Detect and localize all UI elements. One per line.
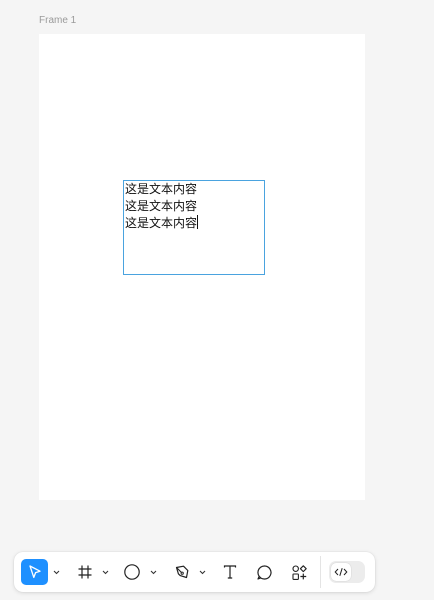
toolbar	[14, 552, 375, 592]
text-tool-button[interactable]	[217, 559, 243, 585]
code-icon	[334, 568, 348, 576]
text-icon	[223, 565, 237, 579]
frame-tool-button[interactable]	[72, 559, 98, 585]
shape-tool-menu[interactable]	[149, 566, 157, 578]
frame-label[interactable]: Frame 1	[39, 15, 76, 27]
move-tool-menu[interactable]	[52, 566, 60, 578]
canvas[interactable]: Frame 1 这是文本内容 这是文本内容 这是文本内容	[0, 0, 434, 600]
resources-icon	[291, 564, 307, 580]
ellipse-icon	[124, 564, 140, 580]
toolbar-divider	[320, 556, 321, 588]
frame-tool-menu[interactable]	[101, 566, 109, 578]
pen-tool-button[interactable]	[169, 559, 195, 585]
cursor-icon	[28, 565, 41, 579]
text-line-content: 这是文本内容	[125, 216, 198, 230]
text-line[interactable]: 这是文本内容	[124, 198, 264, 215]
text-caret	[197, 215, 199, 229]
frame[interactable]: 这是文本内容 这是文本内容 这是文本内容	[39, 34, 365, 500]
resources-tool-button[interactable]	[286, 559, 312, 585]
pen-tool-menu[interactable]	[198, 566, 206, 578]
chevron-down-icon	[199, 570, 205, 574]
comment-icon	[256, 564, 272, 580]
frame-hash-icon	[78, 565, 92, 579]
dev-mode-knob	[331, 563, 351, 581]
pen-icon	[175, 565, 189, 579]
move-tool-button[interactable]	[21, 559, 48, 585]
dev-mode-toggle[interactable]	[329, 561, 365, 583]
comment-tool-button[interactable]	[251, 559, 277, 585]
chevron-down-icon	[53, 570, 59, 574]
shape-tool-button[interactable]	[119, 559, 145, 585]
text-line-last[interactable]: 这是文本内容	[124, 215, 264, 232]
chevron-down-icon	[150, 570, 156, 574]
chevron-down-icon	[102, 570, 108, 574]
text-box[interactable]: 这是文本内容 这是文本内容 这是文本内容	[123, 180, 265, 275]
text-line[interactable]: 这是文本内容	[124, 181, 264, 198]
